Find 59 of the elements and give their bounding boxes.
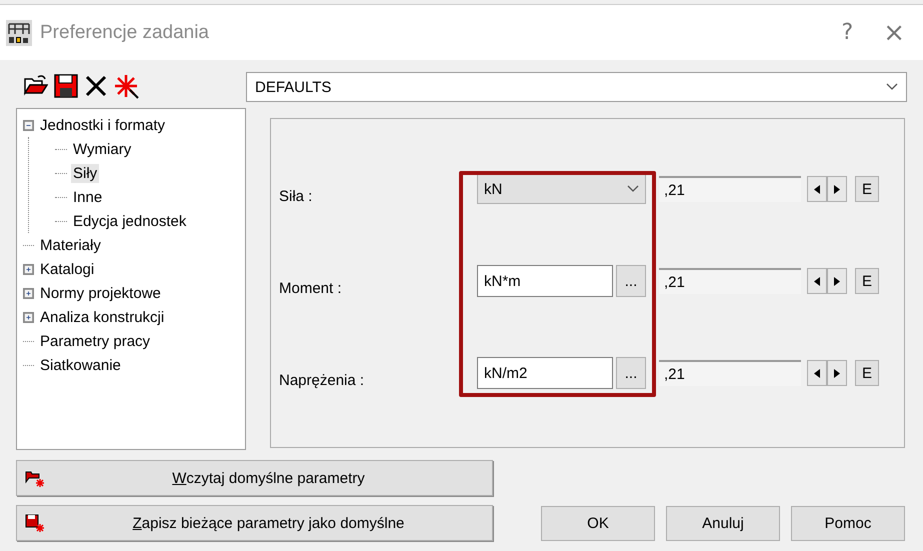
edit-button[interactable]: E (855, 268, 879, 294)
left-arrow-button[interactable] (807, 268, 827, 294)
field-label: Moment : (278, 278, 343, 296)
expand-icon[interactable] (23, 288, 34, 298)
left-arrow-button[interactable] (807, 176, 827, 202)
star-icon[interactable] (114, 74, 140, 100)
tree-item[interactable]: Katalogi (38, 260, 96, 278)
left-triangle-icon (814, 184, 820, 194)
tree-item[interactable]: Siatkowanie (38, 356, 123, 374)
tree-item[interactable]: Parametry pracy (38, 332, 152, 350)
action-button[interactable]: Wczytaj domyślne parametry (16, 460, 493, 496)
save-icon[interactable] (54, 74, 78, 98)
value-field[interactable]: ,21 (659, 176, 801, 202)
open-folder-icon[interactable] (24, 74, 48, 96)
edit-button[interactable]: E (855, 360, 879, 386)
right-arrow-button[interactable] (827, 268, 847, 294)
unit-field[interactable]: kN/m2 (477, 357, 613, 389)
edit-button[interactable]: E (855, 176, 879, 202)
folder-reset-icon (25, 469, 45, 487)
unit-field[interactable]: kN*m (477, 265, 613, 297)
dialog-button[interactable]: Anuluj (666, 506, 780, 541)
field-label: Siła : (278, 186, 314, 204)
value-field[interactable]: ,21 (659, 360, 801, 386)
right-triangle-icon (834, 276, 840, 286)
collapse-icon[interactable] (23, 120, 34, 130)
preset-dropdown[interactable]: DEFAULTS (246, 72, 907, 102)
left-triangle-icon (814, 368, 820, 378)
tree-item[interactable]: Wymiary (71, 140, 134, 158)
field-label: Naprężenia : (278, 370, 366, 388)
right-triangle-icon (834, 368, 840, 378)
help-button[interactable]: ? (842, 20, 854, 45)
tree-item[interactable]: Normy projektowe (38, 284, 163, 302)
right-arrow-button[interactable] (827, 360, 847, 386)
unit-dropdown[interactable]: kN (477, 174, 646, 204)
tree-item[interactable]: Edycja jednostek (71, 212, 188, 230)
expand-icon[interactable] (23, 264, 34, 274)
tree-item[interactable]: Siły (71, 164, 100, 182)
delete-icon[interactable] (84, 74, 108, 98)
expand-icon[interactable] (23, 312, 34, 322)
tree-item[interactable]: Materiały (38, 236, 103, 254)
right-triangle-icon (834, 184, 840, 194)
chevron-down-icon (886, 83, 898, 91)
right-arrow-button[interactable] (827, 176, 847, 202)
chevron-down-icon (627, 185, 639, 193)
browse-button[interactable]: ... (616, 357, 646, 389)
tree-item[interactable]: Inne (71, 188, 104, 206)
close-button[interactable]: × (883, 18, 905, 48)
tree-item[interactable]: Jednostki i formaty (38, 116, 168, 134)
action-button[interactable]: Zapisz bieżące parametry jako domyślne (16, 505, 493, 541)
tree-item[interactable]: Analiza konstrukcji (38, 308, 166, 326)
dialog-button[interactable]: OK (541, 506, 655, 541)
left-triangle-icon (814, 276, 820, 286)
dialog-button[interactable]: Pomoc (791, 506, 905, 541)
value-field[interactable]: ,21 (659, 268, 801, 294)
window-title: Preferencje zadania (40, 22, 210, 44)
floppy-reset-icon (25, 514, 45, 532)
browse-button[interactable]: ... (616, 265, 646, 297)
left-arrow-button[interactable] (807, 360, 827, 386)
app-icon (6, 20, 32, 46)
